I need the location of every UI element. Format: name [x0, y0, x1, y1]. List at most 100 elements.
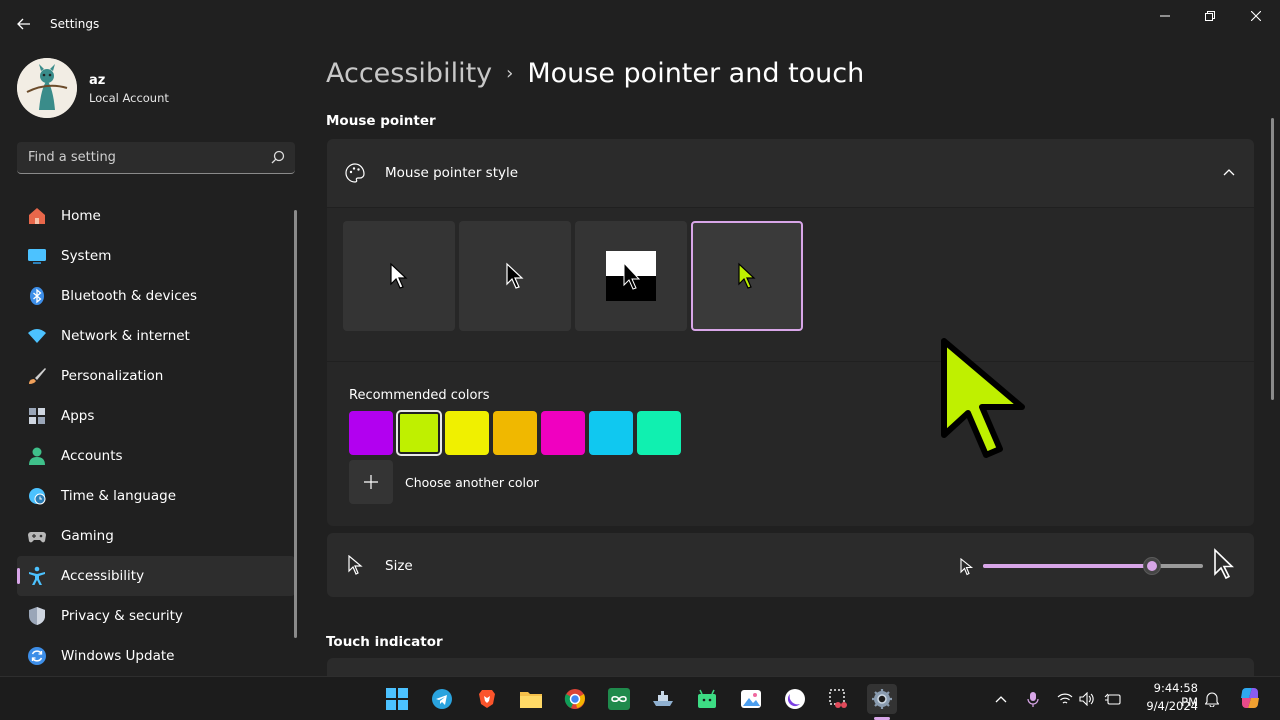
pointer-size-icon — [348, 555, 363, 575]
sidebar-item-label: Network & internet — [61, 328, 190, 344]
search-icon[interactable] — [271, 150, 285, 164]
black-pointer-icon — [506, 262, 524, 289]
wifi-tray-icon[interactable] — [1055, 689, 1075, 709]
sidebar-item-apps[interactable]: Apps — [17, 396, 295, 436]
minimize-button[interactable] — [1145, 4, 1185, 28]
sidebar-item-label: Apps — [61, 408, 95, 424]
sidebar-item-label: Privacy & security — [61, 608, 183, 624]
volume-icon[interactable] — [1077, 689, 1097, 709]
sidebar-item-label: Home — [61, 208, 101, 224]
clock-globe-icon — [29, 488, 46, 505]
app-title: Settings — [50, 17, 100, 31]
system-icon — [28, 249, 46, 264]
pointer-style-black[interactable] — [459, 221, 571, 331]
main-scrollbar[interactable] — [1271, 118, 1274, 400]
sidebar-item-label: Gaming — [61, 528, 114, 544]
file-explorer-icon[interactable] — [516, 684, 546, 714]
color-swatch[interactable] — [637, 411, 681, 455]
vpn-app-icon[interactable] — [780, 684, 810, 714]
color-swatch[interactable] — [396, 410, 442, 456]
color-swatch[interactable] — [445, 411, 489, 455]
white-pointer-icon — [390, 262, 408, 289]
recommended-colors-panel: Recommended colors Choose another color — [327, 362, 1254, 526]
sidebar-item-bluetooth[interactable]: Bluetooth & devices — [17, 276, 295, 316]
accounts-icon — [29, 447, 45, 465]
color-swatch[interactable] — [589, 411, 633, 455]
bluetooth-icon — [30, 287, 44, 305]
color-swatch[interactable] — [493, 411, 537, 455]
sidebar-item-windows-update[interactable]: Windows Update — [17, 636, 295, 676]
inverted-pointer-icon — [606, 251, 656, 301]
notification-bell-icon[interactable] — [1202, 689, 1222, 709]
mouse-pointer-style-label: Mouse pointer style — [385, 165, 519, 181]
search-input[interactable] — [17, 142, 257, 173]
microphone-icon[interactable] — [1023, 689, 1043, 709]
size-slider-fill — [983, 564, 1153, 568]
user-name: az — [89, 73, 106, 88]
section-title-mouse-pointer: Mouse pointer — [326, 113, 436, 129]
battery-icon[interactable] — [1103, 689, 1123, 709]
search-box[interactable] — [17, 142, 295, 174]
close-button[interactable] — [1236, 4, 1276, 28]
sidebar-item-gaming[interactable]: Gaming — [17, 516, 295, 556]
sidebar-item-time-language[interactable]: Time & language — [17, 476, 295, 516]
touch-indicator-card[interactable] — [327, 658, 1254, 678]
pointer-style-custom[interactable] — [691, 221, 803, 331]
telegram-icon[interactable] — [427, 684, 457, 714]
avatar-picture-icon — [17, 58, 77, 118]
snipping-tool-icon[interactable] — [824, 684, 854, 714]
recommended-colors-label: Recommended colors — [349, 388, 490, 403]
pointer-style-inverted[interactable] — [575, 221, 687, 331]
color-swatch[interactable] — [349, 411, 393, 455]
windows-start-icon[interactable] — [382, 684, 412, 714]
plus-icon — [364, 475, 378, 489]
home-icon — [29, 208, 45, 224]
pointer-style-white[interactable] — [343, 221, 455, 331]
sidebar-item-home[interactable]: Home — [17, 196, 295, 236]
account-type: Local Account — [89, 91, 169, 105]
mouse-pointer-style-header[interactable]: Mouse pointer style — [327, 139, 1254, 207]
update-icon — [28, 647, 46, 665]
title-bar: Settings — [0, 0, 1280, 48]
breadcrumb: Accessibility › Mouse pointer and touch — [326, 58, 864, 89]
android-studio-icon[interactable] — [692, 684, 722, 714]
sidebar-item-system[interactable]: System — [17, 236, 295, 276]
pointer-style-options — [327, 208, 1254, 361]
custom-color-pointer-icon — [738, 262, 756, 289]
sidebar-item-label: Accounts — [61, 448, 123, 464]
sidebar-item-network[interactable]: Network & internet — [17, 316, 295, 356]
taskbar-date[interactable]: 9/4/2024 — [1136, 699, 1198, 713]
color-swatch[interactable] — [541, 411, 585, 455]
size-slider[interactable] — [983, 557, 1203, 575]
sidebar-scrollbar[interactable] — [294, 210, 297, 638]
back-button[interactable] — [12, 10, 36, 38]
palette-icon — [345, 163, 365, 183]
sidebar-item-accounts[interactable]: Accounts — [17, 436, 295, 476]
photos-app-icon[interactable] — [736, 684, 766, 714]
ship-app-icon[interactable] — [648, 684, 678, 714]
choose-another-color-label[interactable]: Choose another color — [405, 475, 539, 490]
chevron-up-tray-icon[interactable] — [991, 689, 1011, 709]
choose-another-color-button[interactable] — [349, 460, 393, 504]
chrome-icon[interactable] — [560, 684, 590, 714]
sidebar-item-accessibility[interactable]: Accessibility — [17, 556, 295, 596]
copilot-icon[interactable] — [1238, 686, 1262, 710]
page-title: Mouse pointer and touch — [527, 58, 865, 89]
chevron-up-icon[interactable] — [1222, 166, 1236, 180]
sidebar-item-label: Windows Update — [61, 648, 175, 664]
sidebar-item-personalization[interactable]: Personalization — [17, 356, 295, 396]
wifi-icon — [28, 329, 46, 343]
breadcrumb-separator: › — [506, 63, 514, 84]
accessibility-icon — [29, 566, 45, 585]
size-slider-thumb[interactable] — [1143, 557, 1162, 575]
breadcrumb-parent-link[interactable]: Accessibility — [326, 58, 492, 89]
settings-gear-icon[interactable] — [867, 684, 897, 714]
close-icon — [1251, 11, 1261, 21]
sidebar-item-privacy-security[interactable]: Privacy & security — [17, 596, 295, 636]
avatar[interactable] — [17, 58, 77, 118]
infinity-app-icon[interactable] — [604, 684, 634, 714]
restore-icon — [1205, 11, 1215, 21]
restore-button[interactable] — [1190, 4, 1230, 28]
taskbar: 9:44:58 PM 9/4/2024 — [0, 676, 1280, 720]
brave-icon[interactable] — [472, 684, 502, 714]
